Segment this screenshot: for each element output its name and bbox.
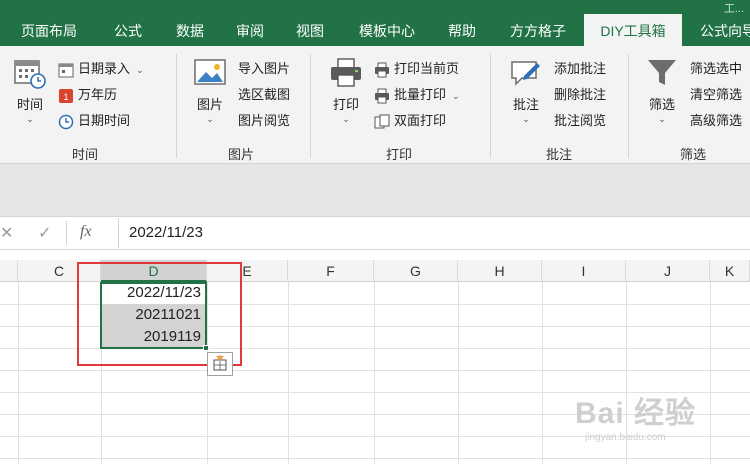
duplex-print-button[interactable]: 双面打印 [374, 110, 446, 132]
column-header-d[interactable]: D [101, 260, 207, 282]
column-header-h[interactable]: H [458, 260, 542, 282]
range-screenshot-button[interactable]: 选区截图 [238, 84, 290, 106]
group-divider [628, 54, 629, 158]
tab-review[interactable]: 审阅 [222, 16, 278, 46]
cell-d2[interactable]: 20211021 [101, 304, 207, 326]
column-header-f[interactable]: F [288, 260, 374, 282]
delete-comment-button[interactable]: 删除批注 [554, 84, 606, 106]
chevron-down-icon: ⌄ [452, 91, 460, 101]
grid-line [0, 370, 750, 371]
chevron-down-icon: ⌄ [206, 114, 214, 124]
chevron-down-icon: ⌄ [136, 65, 144, 75]
chevron-down-icon: ⌄ [522, 114, 530, 124]
grid-top-gap [0, 250, 750, 260]
tab-formulas[interactable]: 公式 [100, 16, 156, 46]
chevron-down-icon: ⌄ [26, 114, 34, 124]
print-button[interactable]: 打印 ⌄ [326, 56, 366, 125]
svg-text:1: 1 [63, 92, 68, 102]
ribbon-panel: 时间 ⌄ 日期录入 ⌄ 1 万年历 日期时间 时间 图片 ⌄ 导入图片 选区截图 图… [0, 46, 750, 164]
cancel-icon[interactable]: ✕ [0, 223, 13, 243]
filter-button[interactable]: 筛选 ⌄ [642, 56, 682, 125]
funnel-icon [648, 60, 676, 85]
picture-button[interactable]: 图片 ⌄ [190, 56, 230, 125]
column-header-i[interactable]: I [542, 260, 626, 282]
import-picture-button[interactable]: 导入图片 [238, 58, 290, 80]
watermark: Bai 经验 jingyan.baidu.com [575, 388, 745, 448]
print-group-label: 打印 [385, 147, 412, 162]
comment-button[interactable]: 批注 ⌄ [504, 56, 548, 125]
chevron-down-icon: ⌄ [342, 114, 350, 124]
column-header-c[interactable]: C [18, 260, 101, 282]
tab-formula-wizard[interactable]: 公式向导 [688, 16, 750, 46]
comment-edit-icon [511, 61, 540, 86]
confirm-icon[interactable]: ✓ [38, 223, 51, 243]
printer-icon [331, 58, 361, 87]
picture-icon [194, 59, 226, 85]
grid-line [0, 458, 750, 459]
comment-view-button[interactable]: 批注阅览 [554, 110, 606, 132]
filter-button-label: 筛选 [648, 97, 675, 112]
select-all-corner[interactable] [0, 260, 18, 282]
watermark-url: jingyan.baidu.com [585, 432, 666, 443]
date-entry-button[interactable]: 日期录入 ⌄ [58, 58, 144, 80]
grid-line [0, 348, 750, 349]
formula-bar-divider [66, 221, 67, 245]
formula-bar: ✕ ✓ fx 2022/11/23 [0, 216, 750, 250]
filter-selected-button[interactable]: 筛选选中 [690, 58, 742, 80]
printer-icon [375, 62, 389, 78]
clear-filter-button[interactable]: 清空筛选 [690, 84, 742, 106]
filter-group-label: 筛选 [679, 147, 706, 162]
group-divider [310, 54, 311, 158]
print-button-label: 打印 [332, 97, 359, 112]
column-header-e[interactable]: E [207, 260, 288, 282]
time-button-label: 时间 [16, 97, 43, 112]
time-group-label: 时间 [71, 147, 98, 162]
perpetual-calendar-icon: 1 [59, 88, 73, 103]
column-header-k[interactable]: K [710, 260, 750, 282]
cell-d3[interactable]: 2019119 [101, 326, 207, 348]
window-title-fragment: 工... [723, 3, 744, 15]
group-divider [176, 54, 177, 158]
ribbon-gap [0, 164, 750, 216]
print-current-page-button[interactable]: 打印当前页 [374, 58, 459, 80]
quick-analysis-button[interactable] [207, 352, 233, 376]
comment-group-label: 批注 [545, 147, 572, 162]
picture-view-button[interactable]: 图片阅览 [238, 110, 290, 132]
watermark-brand: Bai 经验 [575, 397, 697, 430]
tab-diy-toolbox[interactable]: DIY工具箱 [584, 14, 682, 46]
tab-page-layout[interactable]: 页面布局 [10, 16, 88, 46]
picture-button-label: 图片 [196, 97, 223, 112]
comment-button-label: 批注 [512, 97, 539, 112]
date-time-button[interactable]: 日期时间 [58, 110, 130, 132]
time-button[interactable]: 时间 ⌄ [8, 56, 52, 125]
ribbon-tab-bar: 工... 页面布局 公式 数据 审阅 视图 模板中心 帮助 方方格子 DIY工具… [0, 0, 750, 46]
column-header-j[interactable]: J [626, 260, 710, 282]
formula-input[interactable]: 2022/11/23 [118, 218, 750, 248]
cell-d1[interactable]: 2022/11/23 [101, 282, 207, 304]
insert-function-icon[interactable]: fx [80, 223, 92, 241]
calendar-clock-icon [14, 60, 46, 89]
tab-help[interactable]: 帮助 [436, 16, 488, 46]
duplex-print-icon [374, 114, 390, 129]
advanced-filter-button[interactable]: 高级筛选 [690, 110, 742, 132]
tab-fangfang-gezi[interactable]: 方方格子 [496, 16, 580, 46]
group-divider [490, 54, 491, 158]
column-headers: C D E F G H I J K [0, 260, 750, 282]
tab-view[interactable]: 视图 [282, 16, 338, 46]
picture-group-label: 图片 [227, 147, 254, 162]
column-header-g[interactable]: G [374, 260, 458, 282]
chevron-down-icon: ⌄ [658, 114, 666, 124]
tab-data[interactable]: 数据 [162, 16, 218, 46]
add-comment-button[interactable]: 添加批注 [554, 58, 606, 80]
batch-print-icon [375, 88, 389, 104]
perpetual-calendar-button[interactable]: 1 万年历 [58, 84, 117, 106]
batch-print-button[interactable]: 批量打印 ⌄ [374, 84, 460, 106]
fill-handle[interactable] [203, 345, 209, 351]
tab-template-center[interactable]: 模板中心 [344, 16, 430, 46]
date-entry-icon [58, 63, 74, 78]
quick-analysis-icon [213, 355, 227, 371]
clock-icon [58, 114, 74, 129]
